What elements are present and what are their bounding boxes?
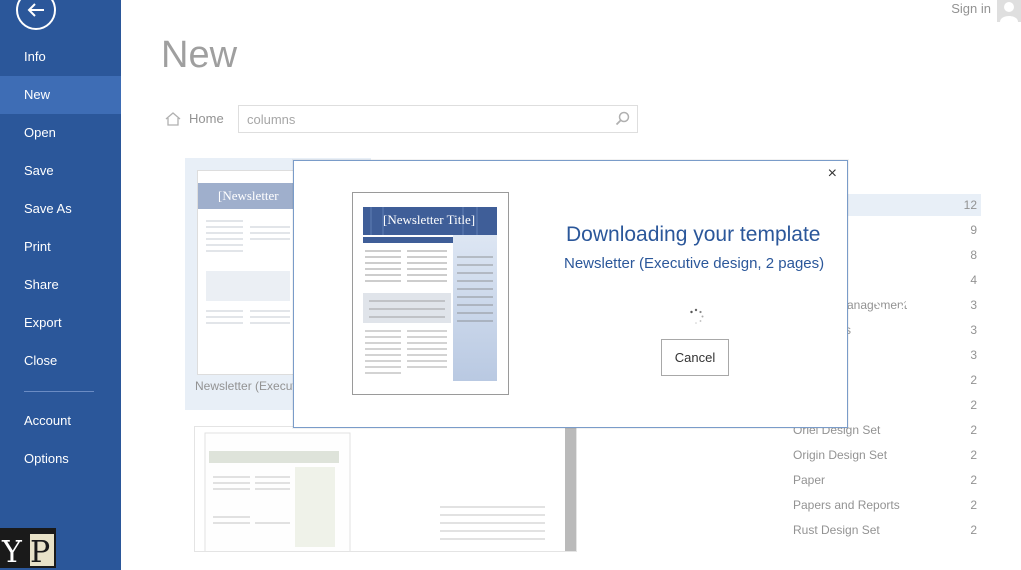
nav-export[interactable]: Export xyxy=(0,304,121,342)
template-name: Newsletter (Executive design, 2 pages) xyxy=(564,255,825,272)
preview-title: [Newsletter Title] xyxy=(383,212,476,227)
nav-save-as[interactable]: Save As xyxy=(0,190,121,228)
loading-spinner-icon xyxy=(690,308,704,324)
nav-account[interactable]: Account xyxy=(0,402,121,440)
nav-divider xyxy=(24,391,94,392)
nav-share[interactable]: Share xyxy=(0,266,121,304)
arrow-left-icon xyxy=(27,3,44,17)
nav-info[interactable]: Info xyxy=(0,38,121,76)
watermark-logo: Y P xyxy=(0,528,56,568)
back-button[interactable] xyxy=(16,0,56,30)
cancel-button[interactable]: Cancel xyxy=(661,339,729,376)
dialog-close-button[interactable]: × xyxy=(828,165,837,183)
nav-close[interactable]: Close xyxy=(0,342,121,380)
download-template-dialog: × [Newsletter Title] Downloading your te… xyxy=(293,160,848,428)
nav-print[interactable]: Print xyxy=(0,228,121,266)
nav-new[interactable]: New xyxy=(0,76,121,114)
template-preview: [Newsletter Title] xyxy=(352,192,509,395)
nav-save[interactable]: Save xyxy=(0,152,121,190)
nav-open[interactable]: Open xyxy=(0,114,121,152)
nav-options[interactable]: Options xyxy=(0,440,121,478)
dialog-heading: Downloading your template xyxy=(566,223,821,246)
svg-text:Y: Y xyxy=(1,535,23,568)
svg-text:P: P xyxy=(30,535,50,568)
backstage-sidebar: Info New Open Save Save As Print Share E… xyxy=(0,0,121,570)
